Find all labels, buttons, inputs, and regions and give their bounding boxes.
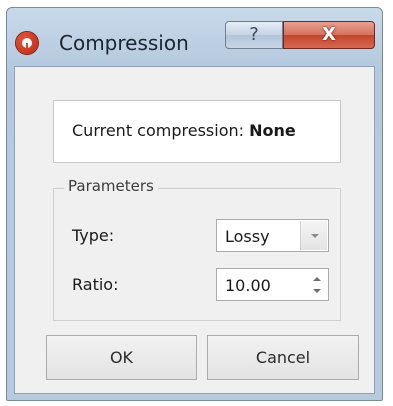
window-title: Compression	[59, 31, 189, 55]
parameters-legend: Parameters	[64, 177, 158, 195]
type-dropdown[interactable]: Lossy	[216, 219, 329, 252]
spin-down-icon[interactable]	[312, 286, 322, 296]
dialog-body: Current compression: None Parameters Typ…	[14, 66, 375, 394]
current-compression-box: Current compression: None	[53, 100, 341, 163]
app-logo-icon	[16, 32, 38, 54]
current-compression-label: Current compression:	[72, 121, 245, 140]
ratio-label: Ratio:	[72, 275, 119, 294]
close-button[interactable]: X	[283, 21, 375, 49]
current-compression-text: Current compression: None	[72, 121, 296, 140]
title-bar[interactable]: Compression ? X	[7, 8, 382, 70]
cancel-button[interactable]: Cancel	[207, 335, 359, 380]
help-button[interactable]: ?	[225, 21, 283, 49]
type-label: Type:	[72, 226, 115, 245]
dropdown-arrow-icon[interactable]	[300, 221, 327, 250]
spin-up-icon[interactable]	[312, 274, 322, 284]
ok-button[interactable]: OK	[46, 335, 197, 380]
parameters-group: Parameters Type: Lossy Ratio: 10.00	[53, 177, 341, 321]
ratio-spinbox[interactable]: 10.00	[216, 268, 329, 301]
compression-dialog: Compression ? X Current compression: Non…	[6, 7, 383, 401]
type-selected-value: Lossy	[225, 227, 270, 246]
ratio-value: 10.00	[225, 276, 271, 295]
current-compression-value: None	[249, 121, 296, 140]
